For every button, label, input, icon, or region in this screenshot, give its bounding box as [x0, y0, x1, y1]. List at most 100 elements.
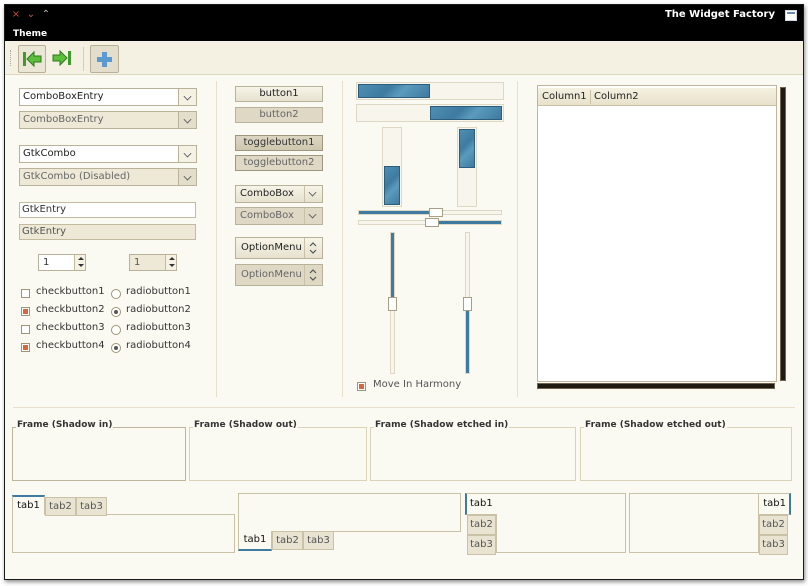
notebook-top-tab3[interactable]: tab3 — [76, 497, 107, 516]
progressbar-horizontal-2 — [356, 104, 504, 122]
minimize-icon[interactable]: ⌄ — [26, 9, 36, 21]
close-icon[interactable]: × — [11, 9, 21, 21]
notebook-bottom-tab2[interactable]: tab2 — [272, 531, 303, 550]
notebook-left-tab3[interactable]: tab3 — [467, 535, 496, 555]
comboboxentry-dropdown-button[interactable] — [178, 88, 197, 106]
checkbutton3-box[interactable] — [21, 325, 30, 334]
button1[interactable]: button1 — [235, 86, 323, 102]
comboboxentry-input[interactable]: ComboBoxEntry — [19, 88, 179, 106]
column2-header[interactable]: Column2 — [594, 91, 639, 102]
checkbutton4-label[interactable]: checkbutton4 — [36, 340, 105, 351]
notebook-bottom-pane — [238, 493, 461, 532]
add-icon — [97, 52, 112, 67]
move-in-harmony-checkbox[interactable] — [357, 382, 366, 391]
progressbar-vertical-2 — [457, 127, 477, 207]
hscale-slider[interactable] — [425, 218, 439, 227]
widget-factory-window: × ⌄ ⌃ The Widget Factory Theme ComboBoxE… — [4, 4, 804, 580]
toolbar-separator — [83, 47, 84, 71]
gtkcombo-disabled-dropdown-button — [178, 168, 197, 186]
checkbutton3-label[interactable]: checkbutton3 — [36, 322, 105, 333]
notebook-top-tab1[interactable]: tab1 — [12, 495, 45, 515]
progressbar-horizontal-1 — [356, 82, 504, 100]
progressbar-vertical-1 — [382, 127, 402, 207]
maximize-icon[interactable]: ⌃ — [41, 9, 51, 21]
title-bar: × ⌄ ⌃ The Widget Factory — [5, 5, 803, 27]
gtkentry-field[interactable]: GtkEntry — [19, 202, 196, 218]
go-next-button[interactable] — [49, 45, 77, 73]
chevron-down-icon — [183, 115, 192, 124]
hscale-slider[interactable] — [429, 208, 443, 217]
column1-header[interactable]: Column1 — [542, 91, 587, 102]
hscale-fill — [435, 221, 501, 224]
vscale-slider[interactable] — [463, 297, 472, 311]
combobox2-label: ComboBox — [240, 210, 294, 221]
checkbutton4-box[interactable] — [21, 343, 30, 352]
notebook-right-pane — [629, 493, 759, 553]
frame-shadow-etched-in-label: Frame (Shadow etched in) — [374, 420, 510, 430]
notebook-top-pane — [12, 514, 235, 553]
menu-theme[interactable]: Theme — [13, 27, 47, 41]
progressbar-fill — [358, 84, 430, 98]
notebook-bottom-tab3[interactable]: tab3 — [303, 531, 334, 550]
togglebutton1[interactable]: togglebutton1 — [235, 135, 323, 151]
button2: button2 — [235, 107, 323, 123]
vscale-1[interactable] — [388, 232, 397, 374]
spin-down-icon — [78, 264, 84, 267]
optionmenu2: OptionMenu — [235, 264, 323, 286]
gtkcombo-disabled-input: GtkCombo (Disabled) — [19, 168, 179, 186]
optionmenu1[interactable]: OptionMenu — [235, 237, 323, 259]
frame-shadow-etched-out — [580, 427, 792, 481]
checkbutton1-label[interactable]: checkbutton1 — [36, 286, 105, 297]
vscale-slider[interactable] — [388, 297, 397, 311]
radiobutton4-label[interactable]: radiobutton4 — [126, 340, 191, 351]
notebook-top-tab2[interactable]: tab2 — [45, 497, 76, 516]
gtkcombo-input[interactable]: GtkCombo — [19, 145, 179, 163]
combobox1-label: ComboBox — [240, 188, 294, 199]
radiobutton3-circle[interactable] — [111, 325, 121, 335]
go-next-icon — [52, 49, 71, 67]
comboboxentry-disabled-input: ComboBoxEntry — [19, 111, 179, 129]
optionmenu1-arrows — [304, 238, 322, 258]
treeview[interactable]: Column1 Column2 — [537, 85, 777, 382]
treeview-horizontal-scrollbar[interactable] — [537, 383, 775, 389]
hscale-1[interactable] — [358, 208, 502, 217]
hscale-2[interactable] — [358, 218, 502, 227]
treeview-vertical-scrollbar[interactable] — [780, 87, 786, 381]
vscale-2[interactable] — [463, 232, 472, 374]
checkbutton2-label[interactable]: checkbutton2 — [36, 304, 105, 315]
window-menu-icon[interactable] — [785, 10, 797, 21]
toolbar-grip[interactable] — [10, 50, 12, 66]
add-button[interactable] — [90, 45, 119, 73]
go-first-icon — [23, 50, 42, 68]
checkbutton1-box[interactable] — [21, 289, 30, 298]
menu-bar: Theme — [5, 27, 803, 41]
notebook-left-tab2[interactable]: tab2 — [467, 515, 496, 535]
combobox1[interactable]: ComboBox — [235, 185, 323, 203]
radiobutton2-label[interactable]: radiobutton2 — [126, 304, 191, 315]
radiobutton1-label[interactable]: radiobutton1 — [126, 286, 191, 297]
notebook-right-tab2[interactable]: tab2 — [759, 515, 788, 535]
chevron-down-icon — [308, 210, 317, 219]
comboboxentry-disabled-dropdown-button — [178, 111, 197, 129]
spinbutton-value: 1 — [43, 257, 50, 268]
radiobutton1-circle[interactable] — [111, 289, 121, 299]
radiobutton2-circle[interactable] — [111, 307, 121, 317]
gtkcombo-dropdown-button[interactable] — [178, 145, 197, 163]
optionmenu1-label: OptionMenu — [241, 242, 302, 253]
go-first-button[interactable] — [18, 45, 46, 73]
notebook-bottom-tab1[interactable]: tab1 — [238, 531, 272, 551]
notebook-right-tab3[interactable]: tab3 — [759, 535, 788, 555]
move-in-harmony-label[interactable]: Move In Harmony — [373, 379, 461, 390]
notebook-right-tab1[interactable]: tab1 — [759, 493, 791, 515]
notebook-left-tab1[interactable]: tab1 — [465, 493, 497, 515]
radiobutton3-label[interactable]: radiobutton3 — [126, 322, 191, 333]
spinbutton-disabled-arrows — [165, 255, 176, 270]
spinbutton-arrows[interactable] — [74, 255, 85, 270]
radiobutton4-circle[interactable] — [111, 343, 121, 353]
frame-shadow-in — [12, 427, 186, 481]
toolbar — [5, 41, 803, 75]
up-down-arrows-icon — [309, 242, 317, 254]
header-divider — [590, 90, 591, 104]
spinbutton[interactable]: 1 — [38, 254, 86, 271]
checkbutton2-box[interactable] — [21, 307, 30, 316]
